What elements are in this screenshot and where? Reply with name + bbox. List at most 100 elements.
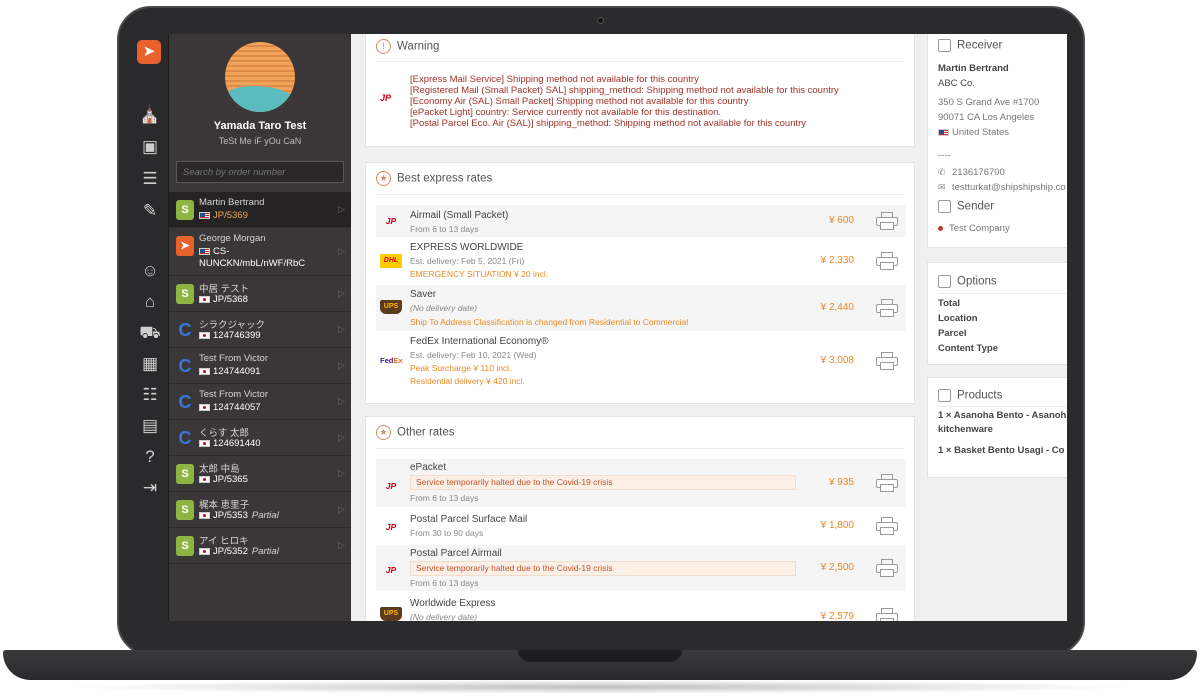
rocket-logo-icon[interactable]: ➤ [137,40,161,64]
rate-row[interactable]: UPS Saver (No delivery date) Ship To Add… [376,285,906,331]
rate-price: ¥ 935 [828,477,854,488]
rate-sub: (No delivery date) [410,303,478,313]
rate-sub: From 6 to 13 days [410,578,479,588]
truck-icon[interactable]: ⛟ [138,322,162,344]
cube-store-icon: C [178,320,192,340]
order-item[interactable]: S 中居 テスト JP/5368 ▷ [169,276,351,312]
jp-flag-icon [199,331,210,339]
order-item[interactable]: S 太郎 中島 JP/5365 ▷ [169,456,351,492]
order-item[interactable]: S Martin Bertrand JP/5369 ▷ [169,192,351,228]
partial-badge: Partial [251,546,279,557]
rate-row[interactable]: UPS Worldwide Express (No delivery date)… [376,593,906,621]
receiver-country: United States [952,127,1010,138]
printer-icon[interactable] [876,474,898,492]
partial-badge: Partial [251,510,279,521]
us-flag-icon [199,211,210,219]
rate-name: Postal Parcel Surface Mail [410,514,528,525]
order-customer-name: 太郎 中島 [199,464,240,475]
options-title: Options [938,275,997,288]
jp-flag-icon [199,511,210,519]
logout-icon[interactable]: ⇥ [138,477,162,499]
box-icon[interactable]: ▣ [138,136,162,158]
warehouse-icon[interactable]: ▦ [138,353,162,375]
clipboard-icon[interactable]: ✎ [138,200,162,222]
printer-icon[interactable] [876,608,898,621]
rate-price: ¥ 2,330 [820,255,854,266]
japan-post-icon: JP [385,481,397,491]
shopify-icon: S [176,464,194,484]
printer-icon[interactable] [876,352,898,370]
other-rates-title: ★ Other rates [376,425,455,440]
printer-icon[interactable] [876,212,898,230]
order-item[interactable]: C Test From Victor 124744091 ▷ [169,348,351,384]
stack-icon[interactable]: ☰ [138,168,162,190]
option-total: Total [938,298,960,309]
store-icon[interactable]: ⌂ [138,291,162,313]
order-ref: JP/5365 [213,474,248,485]
award-icon: ★ [376,425,391,440]
order-item[interactable]: C くらす 太郎 124691440 ▷ [169,420,351,456]
app-screen: ➤ ⛪ ▣ ☰ ✎ ☺ ⌂ ⛟ ▦ ☷ ▤ ? ⇥ Yamada Taro Te… [131,34,1067,621]
fedex-logo-icon: FedEx [380,356,403,365]
product-line: 1 × Asanoha Bento - Asanoh [938,410,1067,421]
order-item[interactable]: ➤ George Morgan CS- NUNCKN/mbL/nWF/RbC ▷ [169,228,351,276]
warning-line: [Registered Mail (Small Packet) SAL] shi… [410,85,839,96]
order-item[interactable]: S 梶本 恵里子 JP/5353 Partial ▷ [169,492,351,528]
notebook-icon[interactable]: ▤ [138,415,162,437]
rate-row[interactable]: JP Airmail (Small Packet) From 6 to 13 d… [376,205,906,237]
user-tagline: TeSt Me iF yOu CaN [218,136,302,146]
sliders-icon[interactable]: ☷ [138,384,162,406]
best-rates-title: ★ Best express rates [376,171,492,186]
user-icon[interactable]: ☺ [138,260,162,282]
order-ref: JP/5369 [213,210,248,221]
avatar[interactable] [225,42,295,112]
product-line: 1 × Basket Bento Usagi - Co [938,445,1065,456]
rate-name: Saver [410,289,437,300]
rate-name: Airmail (Small Packet) [410,210,509,221]
order-customer-name: くらす 太郎 [199,428,249,439]
search-input[interactable] [176,161,344,183]
printer-icon[interactable] [876,299,898,317]
main-content: ! Warning JP [Express Mail Service] Shipp… [351,34,925,621]
rate-row[interactable]: JP ePacket Service temporarily halted du… [376,459,906,507]
order-item[interactable]: S アイ ヒロキ JP/5352 Partial ▷ [169,528,351,564]
receiver-phone: 2136176700 [952,167,1005,178]
rate-row[interactable]: DHL EXPRESS WORLDWIDE Est. delivery: Feb… [376,239,906,283]
cube-store-icon: C [178,356,192,376]
rate-sub: From 30 to 90 days [410,528,484,538]
shop-icon[interactable]: ⛪ [138,104,162,126]
rate-row[interactable]: JP Postal Parcel Airmail Service tempora… [376,545,906,591]
rate-name: ePacket [410,462,447,473]
japan-post-icon: JP [385,216,397,226]
ups-logo-icon: UPS [380,300,402,314]
rate-price: ¥ 2,579 [820,611,854,621]
best-rates-card: ★ Best express rates JP Airmail (Small Pa… [365,162,915,404]
order-item[interactable]: C Test From Victor 124744057 ▷ [169,384,351,420]
receiver-separator: ---- [938,150,951,161]
cube-store-icon: C [178,428,192,448]
order-item[interactable]: C シラクジャック 124746399 ▷ [169,312,351,348]
laptop-notch [518,650,682,662]
help-icon[interactable]: ? [138,446,162,468]
rate-row[interactable]: FedEx FedEx International Economy® Est. … [376,333,906,391]
rate-note: Ship To Address Classification is change… [410,317,689,327]
printer-icon[interactable] [876,517,898,535]
sender-title: Sender [938,200,994,213]
rate-price: ¥ 2,500 [820,562,854,573]
printer-icon[interactable] [876,252,898,270]
printer-icon[interactable] [876,559,898,577]
receiver-name: Martin Bertrand [938,63,1009,74]
jp-flag-icon [199,439,210,447]
order-customer-name: Test From Victor [199,389,268,400]
rate-sub: Est. delivery: Feb 10, 2021 (Wed) [410,350,537,360]
rate-row[interactable]: JP Postal Parcel Surface Mail From 30 to… [376,509,906,543]
receiver-company: ABC Co. [938,78,975,89]
chevron-right-icon: ▷ [338,360,345,370]
product-line-continued: kitchenware [938,424,993,435]
options-card: Options Total Location Parcel Content Ty… [927,262,1067,365]
rate-sub: From 6 to 13 days [410,224,479,234]
order-customer-name: シラクジャック [199,320,266,331]
rate-sub: Est. delivery: Feb 5, 2021 (Fri) [410,256,525,266]
order-ref: 124744057 [213,402,261,413]
details-panel: Receiver Martin Bertrand ABC Co. 350 S G… [925,34,1067,621]
